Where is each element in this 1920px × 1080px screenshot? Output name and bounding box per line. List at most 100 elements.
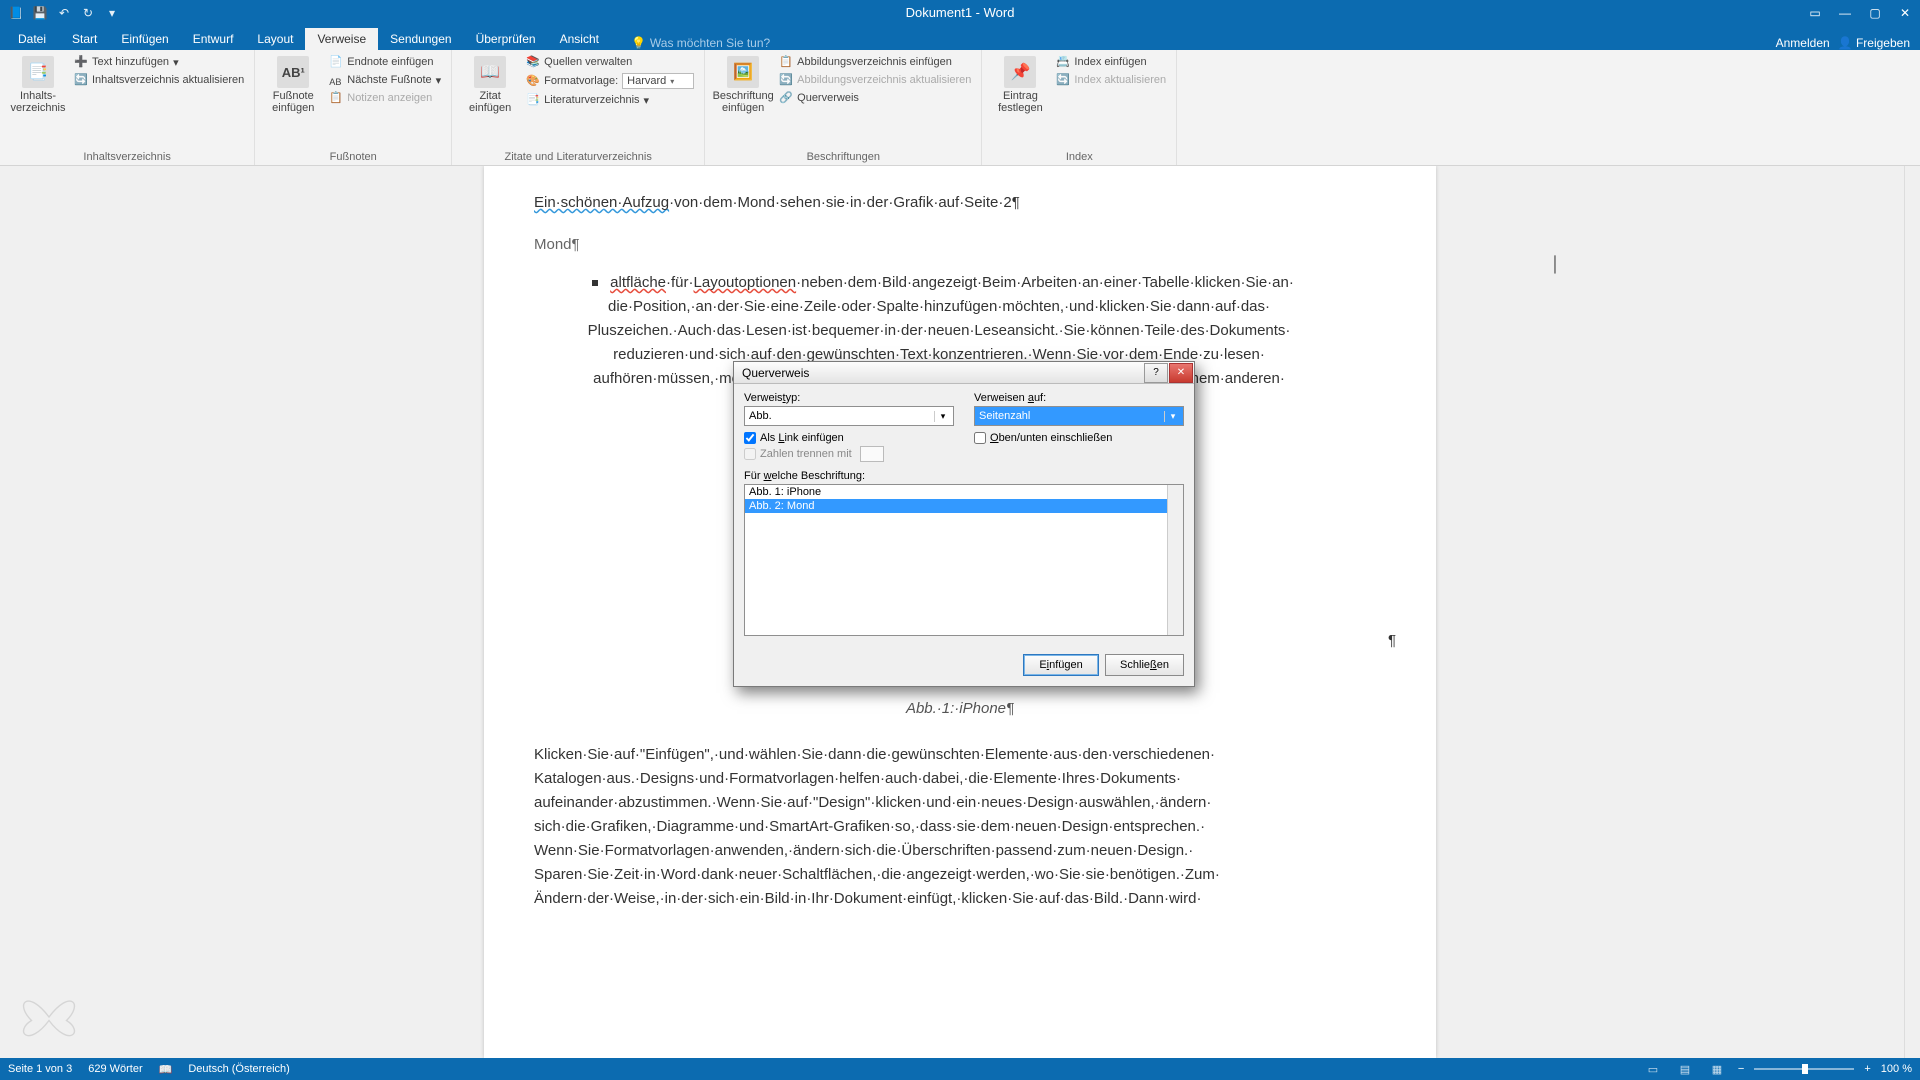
word-icon: 📘 bbox=[8, 5, 24, 21]
tab-entwurf[interactable]: Entwurf bbox=[181, 28, 246, 50]
tab-layout[interactable]: Layout bbox=[245, 28, 305, 50]
as-link-checkbox[interactable]: Als Link einfügen bbox=[744, 432, 954, 444]
zoom-in-icon[interactable]: + bbox=[1864, 1063, 1870, 1075]
insert-index-label: Index einfügen bbox=[1074, 56, 1146, 68]
view-read-icon[interactable]: ▭ bbox=[1642, 1061, 1664, 1077]
sep-char-input bbox=[860, 446, 884, 462]
minimize-icon[interactable]: — bbox=[1830, 0, 1860, 25]
text-cursor-icon: │ bbox=[1551, 253, 1560, 277]
tab-sendungen[interactable]: Sendungen bbox=[378, 28, 463, 50]
insert-citation-label: Zitat einfügen bbox=[469, 90, 511, 114]
group-citations-label: Zitate und Literaturverzeichnis bbox=[460, 149, 696, 163]
citation-icon: 📖 bbox=[474, 56, 506, 88]
close-button-label: Schließen bbox=[1120, 659, 1169, 671]
qat-more-icon[interactable]: ▾ bbox=[104, 5, 120, 21]
undo-icon[interactable]: ↶ bbox=[56, 5, 72, 21]
status-proofing-icon[interactable]: 📖 bbox=[159, 1063, 173, 1076]
insert-citation-button[interactable]: 📖 Zitat einfügen bbox=[460, 52, 520, 118]
update-toc-button[interactable]: 🔄Inhaltsverzeichnis aktualisieren bbox=[72, 72, 246, 88]
status-language[interactable]: Deutsch (Österreich) bbox=[188, 1063, 289, 1075]
group-index-label: Index bbox=[990, 149, 1168, 163]
refto-combo[interactable]: Seitenzahl bbox=[974, 406, 1184, 426]
manage-sources-button[interactable]: 📚 Quellen verwalten bbox=[524, 54, 696, 70]
bibliography-button[interactable]: 📑Literaturverzeichnis ▾ bbox=[524, 92, 696, 108]
close-icon[interactable]: ✕ bbox=[1890, 0, 1920, 25]
share-button[interactable]: 👤 Freigeben bbox=[1838, 36, 1910, 50]
endnote-icon: 📄 bbox=[329, 55, 343, 69]
save-icon[interactable]: 💾 bbox=[32, 5, 48, 21]
toc-button-label: Inhalts- verzeichnis bbox=[10, 90, 65, 114]
insert-endnote-label: Endnote einfügen bbox=[347, 56, 433, 68]
zoom-thumb[interactable] bbox=[1802, 1064, 1808, 1074]
zoom-slider[interactable] bbox=[1754, 1068, 1854, 1070]
doc-para2: Klicken·Sie·auf·"Einfügen",·und·wählen·S… bbox=[534, 743, 1254, 911]
update-fig-label: Abbildungsverzeichnis aktualisieren bbox=[797, 74, 971, 86]
tab-start[interactable]: Start bbox=[60, 28, 109, 50]
toc-button[interactable]: 📑 Inhalts- verzeichnis bbox=[8, 52, 68, 118]
above-below-check-input[interactable] bbox=[974, 432, 986, 444]
status-page[interactable]: Seite 1 von 3 bbox=[8, 1063, 72, 1075]
group-footnotes-label: Fußnoten bbox=[263, 149, 443, 163]
list-scrollbar[interactable] bbox=[1167, 485, 1183, 635]
type-combo[interactable]: Abb. bbox=[744, 406, 954, 426]
zoom-level[interactable]: 100 % bbox=[1881, 1063, 1912, 1075]
sep-numbers-check-input bbox=[744, 448, 756, 460]
above-below-checkbox[interactable]: Oben/unten einschließen bbox=[974, 432, 1184, 444]
crossref-button[interactable]: 🔗Querverweis bbox=[777, 90, 973, 106]
insert-index-button[interactable]: 📇Index einfügen bbox=[1054, 54, 1168, 70]
next-footnote-label: Nächste Fußnote bbox=[347, 74, 431, 86]
update-index-button: 🔄Index aktualisieren bbox=[1054, 72, 1168, 88]
dialog-close-icon[interactable]: ✕ bbox=[1169, 363, 1193, 383]
mark-entry-icon: 📌 bbox=[1004, 56, 1036, 88]
view-print-icon[interactable]: ▤ bbox=[1674, 1061, 1696, 1077]
status-words[interactable]: 629 Wörter bbox=[88, 1063, 142, 1075]
tab-file[interactable]: Datei bbox=[4, 28, 60, 50]
status-bar: Seite 1 von 3 629 Wörter 📖 Deutsch (Öste… bbox=[0, 1058, 1920, 1080]
bullet-icon bbox=[592, 280, 598, 286]
add-text-button[interactable]: ➕Text hinzufügen ▾ bbox=[72, 54, 246, 70]
citation-style-combo[interactable]: Harvard bbox=[622, 73, 694, 89]
zoom-out-icon[interactable]: − bbox=[1738, 1063, 1744, 1075]
vertical-scrollbar[interactable] bbox=[1904, 166, 1920, 1058]
tab-ueberpruefen[interactable]: Überprüfen bbox=[464, 28, 548, 50]
mark-entry-label: Eintrag festlegen bbox=[998, 90, 1043, 114]
insert-footnote-button[interactable]: AB¹ Fußnote einfügen bbox=[263, 52, 323, 118]
style-icon: 🎨 bbox=[526, 74, 540, 88]
update-fig-icon: 🔄 bbox=[779, 73, 793, 87]
dialog-titlebar[interactable]: Querverweis ? ✕ bbox=[734, 362, 1194, 384]
doc-line1-a: Ein·schönen·Aufzug bbox=[534, 194, 669, 211]
caption-list[interactable]: Abb. 1: iPhone Abb. 2: Mond bbox=[744, 484, 1184, 636]
ribbon-display-icon[interactable]: ▭ bbox=[1800, 0, 1830, 25]
maximize-icon[interactable]: ▢ bbox=[1860, 0, 1890, 25]
lightbulb-icon: 💡 bbox=[631, 36, 646, 50]
list-item[interactable]: Abb. 2: Mond bbox=[745, 499, 1183, 513]
list-item[interactable]: Abb. 1: iPhone bbox=[745, 485, 1183, 499]
manage-sources-label: Quellen verwalten bbox=[544, 56, 632, 68]
tell-me-search[interactable]: 💡 Was möchten Sie tun? bbox=[631, 36, 770, 50]
signin-link[interactable]: Anmelden bbox=[1776, 36, 1830, 50]
group-captions-label: Beschriftungen bbox=[713, 149, 973, 163]
insert-fig-index-label: Abbildungsverzeichnis einfügen bbox=[797, 56, 952, 68]
bibliography-icon: 📑 bbox=[526, 93, 540, 107]
doc-line1-b: ·von·dem·Mond·sehen·sie·in·der·Grafik·au… bbox=[669, 194, 1020, 211]
next-footnote-button[interactable]: ABNächste Fußnote ▾ bbox=[327, 72, 443, 88]
view-web-icon[interactable]: ▦ bbox=[1706, 1061, 1728, 1077]
as-link-check-input[interactable] bbox=[744, 432, 756, 444]
mark-entry-button[interactable]: 📌 Eintrag festlegen bbox=[990, 52, 1050, 118]
insert-endnote-button[interactable]: 📄 Endnote einfügen bbox=[327, 54, 443, 70]
tab-ansicht[interactable]: Ansicht bbox=[548, 28, 611, 50]
as-link-label: Als Link einfügen bbox=[760, 432, 844, 444]
update-index-icon: 🔄 bbox=[1056, 73, 1070, 87]
caption-icon: 🖼️ bbox=[727, 56, 759, 88]
update-toc-icon: 🔄 bbox=[74, 73, 88, 87]
insert-caption-button[interactable]: 🖼️ Beschriftung einfügen bbox=[713, 52, 773, 118]
dialog-help-icon[interactable]: ? bbox=[1144, 363, 1168, 383]
insert-button[interactable]: Einfügen bbox=[1023, 654, 1099, 676]
manage-sources-icon: 📚 bbox=[526, 55, 540, 69]
style-label: Formatvorlage: bbox=[544, 75, 618, 87]
tab-verweise[interactable]: Verweise bbox=[305, 28, 378, 50]
insert-fig-index-button[interactable]: 📋Abbildungsverzeichnis einfügen bbox=[777, 54, 973, 70]
close-button[interactable]: Schließen bbox=[1105, 654, 1184, 676]
redo-icon[interactable]: ↻ bbox=[80, 5, 96, 21]
tab-einfuegen[interactable]: Einfügen bbox=[109, 28, 180, 50]
